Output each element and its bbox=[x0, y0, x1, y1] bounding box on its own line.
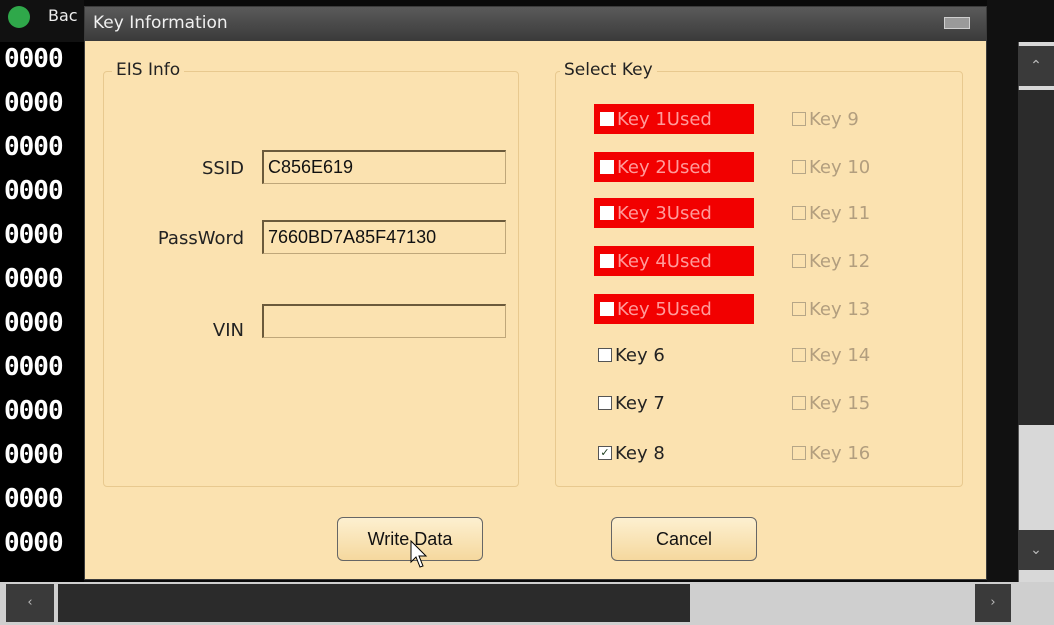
key-8-label: Key 8 bbox=[615, 442, 665, 464]
key-13-label: Key 13 bbox=[809, 298, 871, 320]
select-key-group: Select Key Key 1Used Key 2Used Key 3Used… bbox=[555, 60, 963, 487]
checkbox-icon bbox=[792, 348, 806, 362]
checkbox-icon bbox=[792, 446, 806, 460]
key-10-checkbox: Key 10 bbox=[792, 152, 870, 182]
dialog-title: Key Information bbox=[93, 13, 228, 33]
minimize-icon[interactable] bbox=[944, 17, 970, 29]
hex-row: 0000 bbox=[4, 176, 64, 206]
scroll-down-icon[interactable]: ⌄ bbox=[1018, 530, 1054, 570]
vin-field[interactable] bbox=[262, 304, 506, 338]
key-8-checkbox[interactable]: ✓ Key 8 bbox=[598, 438, 665, 468]
mouse-cursor-icon bbox=[410, 540, 428, 568]
key-2-checkbox[interactable]: Key 2Used bbox=[594, 152, 754, 182]
checkbox-icon bbox=[792, 112, 806, 126]
key-9-label: Key 9 bbox=[809, 108, 859, 130]
hex-row: 0000 bbox=[4, 132, 64, 162]
key-12-checkbox: Key 12 bbox=[792, 246, 870, 276]
horizontal-scroll-thumb[interactable] bbox=[58, 584, 690, 622]
hex-row: 0000 bbox=[4, 396, 64, 426]
checkbox-icon bbox=[792, 254, 806, 268]
checkbox-icon bbox=[600, 254, 614, 268]
key-2-label: Key 2Used bbox=[617, 156, 712, 178]
key-15-label: Key 15 bbox=[809, 392, 871, 414]
ssid-label: SSID bbox=[201, 158, 244, 179]
vin-label: VIN bbox=[212, 320, 244, 341]
scroll-left-icon[interactable]: ‹ bbox=[6, 584, 54, 622]
key-5-checkbox[interactable]: Key 5Used bbox=[594, 294, 754, 324]
eis-info-group-label: EIS Info bbox=[112, 60, 185, 80]
app-logo-icon bbox=[8, 6, 30, 28]
key-information-dialog: Key Information EIS Info SSID C856E619 P… bbox=[84, 6, 987, 580]
key-14-label: Key 14 bbox=[809, 344, 871, 366]
hex-data-column: 0000 0000 0000 0000 0000 0000 0000 0000 … bbox=[0, 42, 84, 582]
hex-row: 0000 bbox=[4, 264, 64, 294]
checkbox-icon bbox=[598, 396, 612, 410]
hex-row: 0000 bbox=[4, 308, 64, 338]
key-14-checkbox: Key 14 bbox=[792, 340, 870, 370]
hex-row: 0000 bbox=[4, 528, 64, 558]
select-key-group-label: Select Key bbox=[560, 60, 657, 80]
key-16-checkbox: Key 16 bbox=[792, 438, 870, 468]
checkbox-icon bbox=[792, 206, 806, 220]
checkbox-icon bbox=[792, 396, 806, 410]
key-9-checkbox: Key 9 bbox=[792, 104, 859, 134]
hex-row: 0000 bbox=[4, 440, 64, 470]
background-app-title: Bac bbox=[48, 6, 78, 25]
key-5-label: Key 5Used bbox=[617, 298, 712, 320]
key-15-checkbox: Key 15 bbox=[792, 388, 870, 418]
dialog-titlebar: Key Information bbox=[85, 7, 986, 41]
background-app-titlebar: Bac bbox=[0, 0, 84, 42]
key-12-label: Key 12 bbox=[809, 250, 871, 272]
password-field[interactable]: 7660BD7A85F47130 bbox=[262, 220, 506, 254]
scroll-right-icon[interactable]: › bbox=[975, 584, 1011, 622]
checkbox-icon bbox=[600, 206, 614, 220]
key-7-label: Key 7 bbox=[615, 392, 665, 414]
key-11-label: Key 11 bbox=[809, 202, 871, 224]
key-4-checkbox[interactable]: Key 4Used bbox=[594, 246, 754, 276]
cancel-button[interactable]: Cancel bbox=[611, 517, 757, 561]
checkbox-icon bbox=[600, 302, 614, 316]
key-10-label: Key 10 bbox=[809, 156, 871, 178]
password-label: PassWord bbox=[157, 228, 244, 249]
hex-row: 0000 bbox=[4, 220, 64, 250]
key-7-checkbox[interactable]: Key 7 bbox=[598, 388, 665, 418]
key-13-checkbox: Key 13 bbox=[792, 294, 870, 324]
key-11-checkbox: Key 11 bbox=[792, 198, 870, 228]
hex-row: 0000 bbox=[4, 484, 64, 514]
eis-info-group: EIS Info SSID C856E619 PassWord 7660BD7A… bbox=[103, 60, 519, 487]
hex-row: 0000 bbox=[4, 352, 64, 382]
key-16-label: Key 16 bbox=[809, 442, 871, 464]
key-1-checkbox[interactable]: Key 1Used bbox=[594, 104, 754, 134]
checkbox-icon bbox=[598, 348, 612, 362]
ssid-field[interactable]: C856E619 bbox=[262, 150, 506, 184]
key-3-checkbox[interactable]: Key 3Used bbox=[594, 198, 754, 228]
checkbox-checked-icon: ✓ bbox=[598, 446, 612, 460]
checkbox-icon bbox=[792, 160, 806, 174]
scroll-up-icon[interactable]: ⌃ bbox=[1018, 46, 1054, 86]
hex-row: 0000 bbox=[4, 88, 64, 118]
vertical-scroll-thumb[interactable] bbox=[1018, 90, 1054, 425]
checkbox-icon bbox=[600, 112, 614, 126]
hex-row: 0000 bbox=[4, 44, 64, 74]
checkbox-icon bbox=[600, 160, 614, 174]
key-6-checkbox[interactable]: Key 6 bbox=[598, 340, 665, 370]
key-3-label: Key 3Used bbox=[617, 202, 712, 224]
checkbox-icon bbox=[792, 302, 806, 316]
key-6-label: Key 6 bbox=[615, 344, 665, 366]
key-1-label: Key 1Used bbox=[617, 108, 712, 130]
key-4-label: Key 4Used bbox=[617, 250, 712, 272]
